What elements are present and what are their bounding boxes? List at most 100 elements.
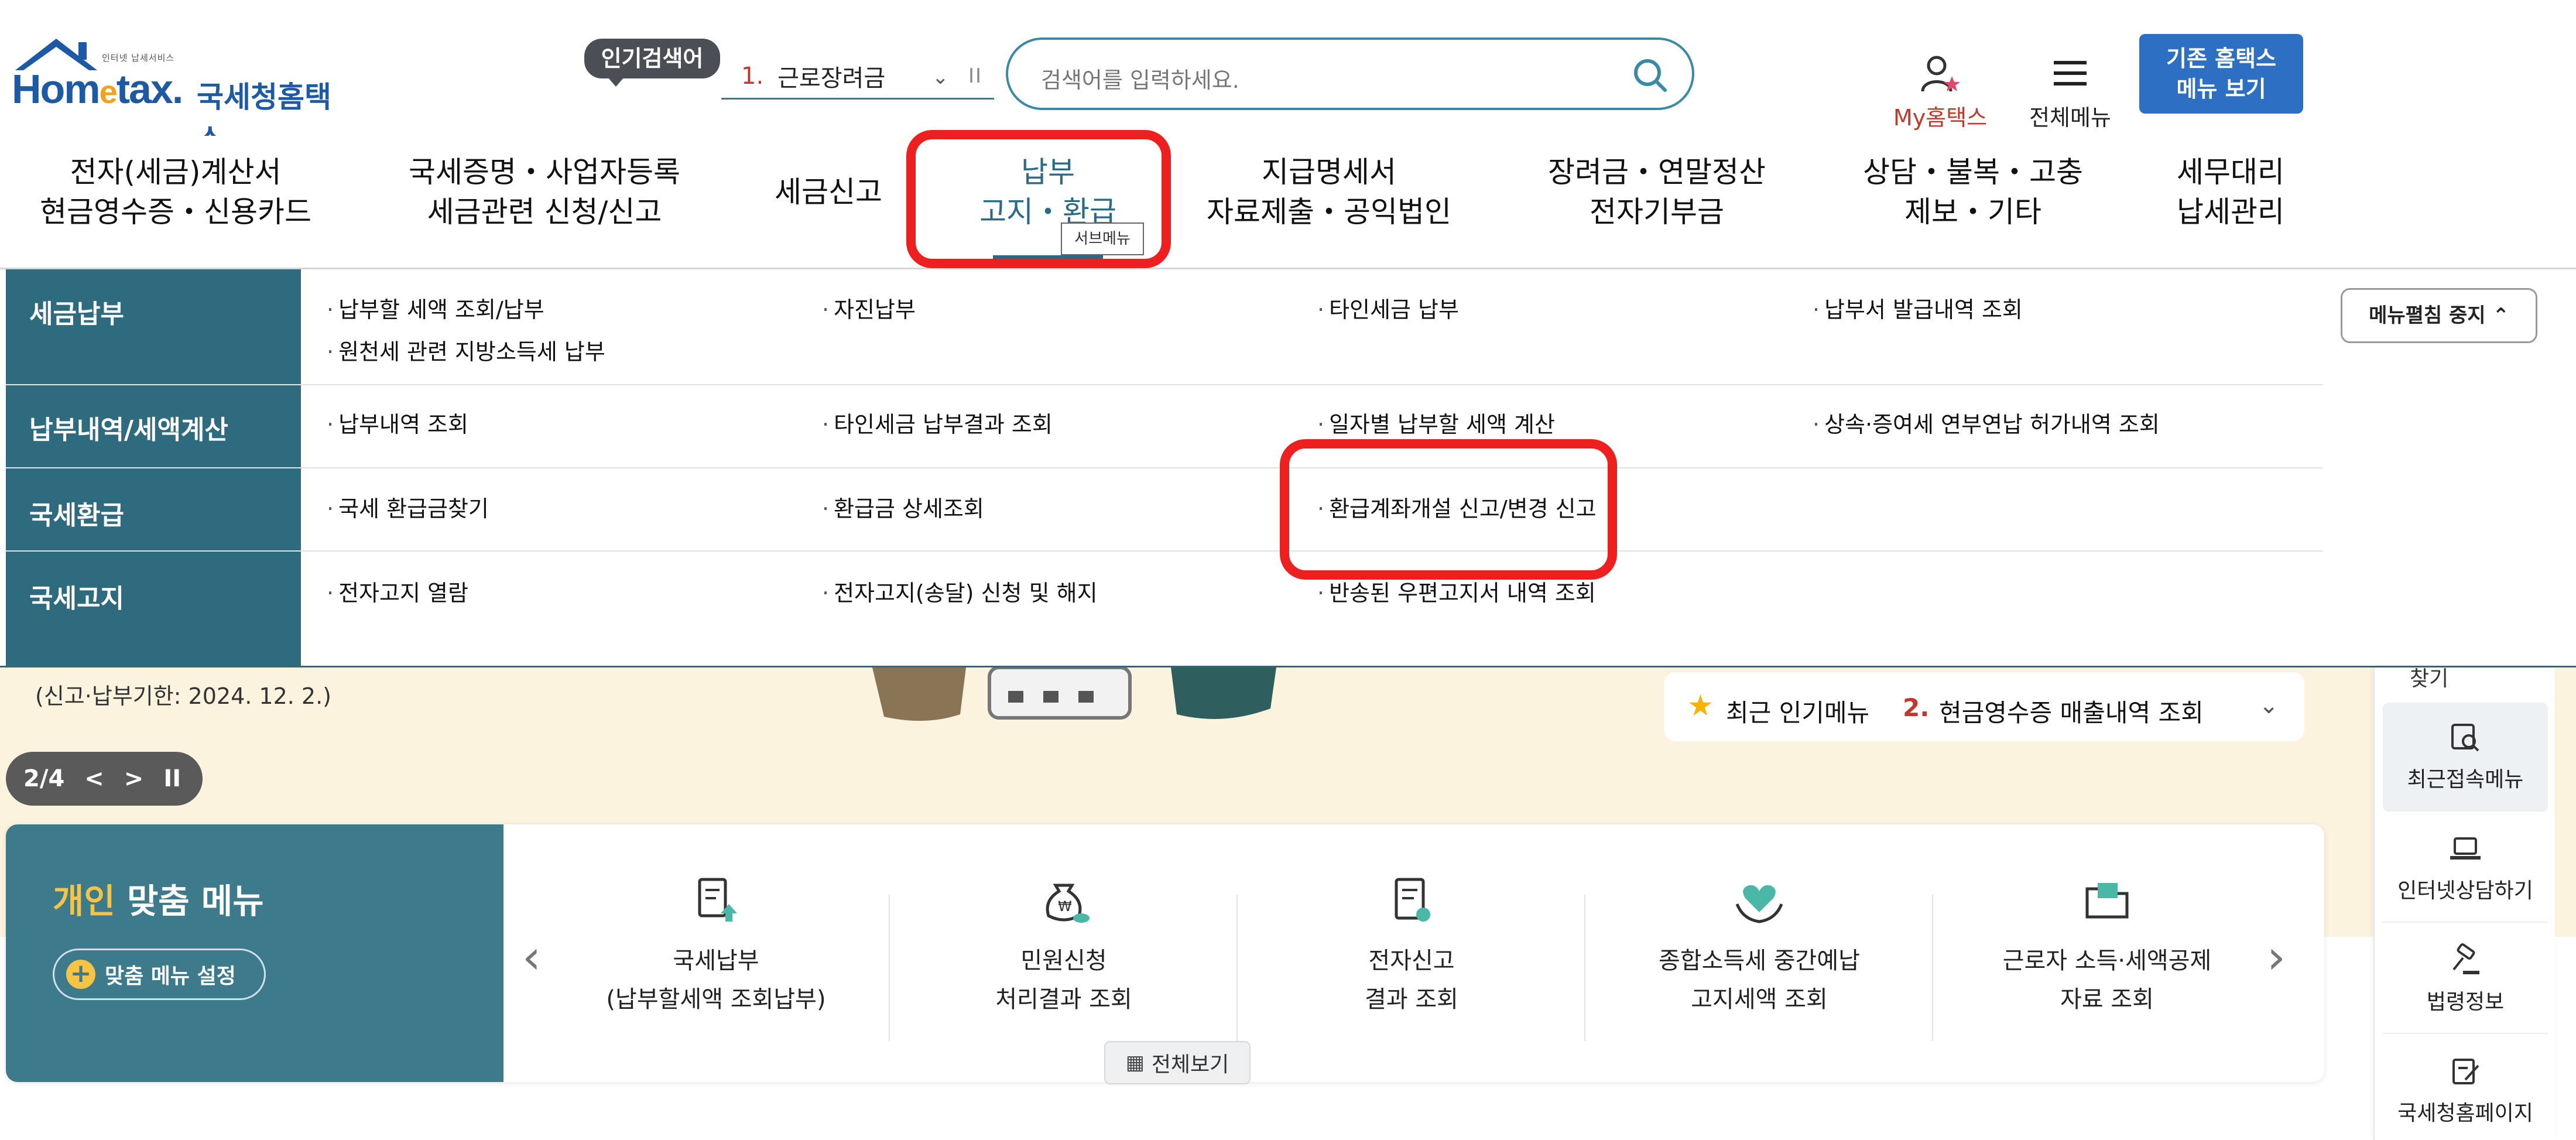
quick-menu-cut-label: 찾기	[2410, 667, 2449, 691]
nav-item-certificates[interactable]: 국세증명・사업자등록 세금관련 신청/신고	[386, 152, 703, 232]
edit-document-icon	[2452, 1059, 2479, 1084]
nav-item-line1: 납부	[1021, 155, 1075, 189]
menu-row-refund: 국세환급 국세 환급금찾기 환급금 상세조회 환급계좌개설 신고/변경 신고	[6, 468, 2323, 552]
menu-link[interactable]: 전자고지 열람	[327, 575, 468, 607]
custom-menu-item-line1: 민원신청	[1020, 947, 1107, 974]
nav-item-line2: 제보・기타	[1904, 195, 2041, 229]
menu-link[interactable]: 타인세금 납부결과 조회	[822, 406, 1053, 439]
user-icon	[1921, 56, 1960, 92]
logo-brand: Hometax.	[12, 66, 184, 112]
quick-menu-item[interactable]: 법령정보	[2383, 925, 2548, 1034]
menu-row-notice: 국세고지 전자고지 열람 전자고지(송달) 신청 및 해지 반송된 우편고지서 …	[6, 552, 2323, 667]
logo-brand-part: tax.	[116, 66, 184, 112]
menu-link[interactable]: 납부내역 조회	[327, 406, 468, 439]
banner-note: (신고·납부기한: 2024. 12. 2.)	[35, 683, 332, 709]
custom-menu-item[interactable]: 국세납부 (납부할세액 조회납부)	[542, 871, 890, 1019]
custom-menu-item-line2: 고지세액 조회	[1691, 986, 1828, 1013]
menu-link[interactable]: 자진납부	[822, 292, 916, 324]
folder-icon	[2085, 883, 2129, 919]
menu-link[interactable]: 원천세 관련 지방소득세 납부	[327, 334, 605, 366]
mytax-button[interactable]: My홈택스	[1888, 50, 1993, 132]
prev-icon[interactable]: <	[84, 765, 104, 792]
nav-item-statements[interactable]: 지급명세서 자료제출・공익법인	[1200, 152, 1458, 232]
menu-link[interactable]: 전자고지(송달) 신청 및 해지	[822, 575, 1097, 607]
menu-link[interactable]: 반송된 우편고지서 내역 조회	[1317, 575, 1596, 607]
recent-popular-item[interactable]: 현금영수증 매출내역 조회	[1939, 693, 2204, 729]
custom-menu-item[interactable]: 종합소득세 중간예납 고지세액 조회	[1585, 871, 1933, 1019]
nav-item-e-invoice[interactable]: 전자(세금)계산서 현금영수증・신용카드	[35, 152, 316, 232]
recent-popular-label: 최근 인기메뉴	[1726, 699, 1870, 727]
submenu-tooltip: 서브메뉴	[1061, 222, 1144, 255]
menu-link[interactable]: 타인세금 납부	[1317, 292, 1459, 324]
all-menu-button[interactable]: 전체메뉴	[2023, 50, 2117, 132]
menu-link[interactable]: 국세 환급금찾기	[327, 491, 489, 523]
search-placeholder: 검색어를 입력하세요.	[1041, 67, 1239, 93]
nav-item-line2: 현금영수증・신용카드	[40, 195, 311, 229]
nav-item-tax-return[interactable]: 세금신고	[761, 172, 896, 212]
recent-popular-menu[interactable]: ★ 최근 인기메뉴 2. 현금영수증 매출내역 조회 ⌄	[1664, 672, 2304, 741]
search-icon[interactable]	[1629, 54, 1671, 96]
hamburger-icon	[2054, 61, 2087, 85]
custom-menu-item[interactable]: ₩ 민원신청 처리결과 조회	[890, 871, 1238, 1019]
payment-dropdown-menu: 세금납부 납부할 세액 조회/납부 자진납부 타인세금 납부 납부서 발급내역 …	[0, 269, 2576, 667]
popular-search-select[interactable]: 1. 근로장려금 ⌄ II	[721, 54, 994, 100]
category-label: 납부내역/세액계산	[29, 415, 228, 445]
menu-row-payment-history: 납부내역/세액계산 납부내역 조회 타인세금 납부결과 조회 일자별 납부할 세…	[6, 385, 2323, 468]
quick-menu-label: 최근접속메뉴	[2407, 768, 2524, 792]
old-hometax-button[interactable]: 기존 홈택스 메뉴 보기	[2139, 34, 2303, 114]
nav-item-payment[interactable]: 납부 고지・환급	[937, 152, 1159, 261]
heart-hands-icon	[1735, 885, 1783, 923]
nav-item-incentives[interactable]: 장려금・연말정산 전자기부금	[1534, 152, 1780, 232]
gavel-icon	[2452, 943, 2479, 974]
pager-count: 2/4	[23, 765, 65, 792]
nav-item-tax-agent[interactable]: 세무대리 납세관리	[2154, 152, 2307, 232]
custom-menu-item-line1: 근로자 소득·세액공제	[2002, 947, 2212, 974]
nav-item-consulting[interactable]: 상담・불복・고충 제보・기타	[1850, 152, 2096, 232]
mytax-label: My홈택스	[1893, 105, 1988, 131]
menu-link[interactable]: 납부서 발급내역 조회	[1813, 292, 2023, 324]
custom-menu-title-highlight: 개인	[53, 881, 115, 921]
category-label: 국세고지	[29, 584, 124, 614]
menu-row-tax-payment: 세금납부 납부할 세액 조회/납부 자진납부 타인세금 납부 납부서 발급내역 …	[6, 269, 2323, 385]
custom-menu-item[interactable]: 전자신고 결과 조회	[1238, 871, 1585, 1019]
search-input[interactable]: 검색어를 입력하세요.	[1006, 37, 1694, 110]
banner-pager: 2/4 < > II	[6, 752, 203, 806]
menu-link[interactable]: 상속·증여세 연부연납 허가내역 조회	[1813, 406, 2160, 439]
menu-link[interactable]: 환급금 상세조회	[822, 491, 984, 523]
quick-menu-item[interactable]: 인터넷상담하기	[2383, 814, 2548, 923]
recent-popular-rank: 2.	[1903, 693, 1930, 722]
nav-item-line1: 국세증명・사업자등록	[409, 155, 680, 189]
logo-brand-e: e	[99, 73, 118, 110]
menu-link[interactable]: 일자별 납부할 세액 계산	[1317, 406, 1555, 439]
stop-menu-label: 메뉴펼침 중지	[2369, 304, 2486, 327]
view-all-label: 전체보기	[1151, 1053, 1229, 1077]
menu-link[interactable]: 납부할 세액 조회/납부	[327, 292, 544, 324]
header: 인터넷 납세서비스 Hometax. 국세청홈택스 인기검색어 1. 근로장려금…	[0, 0, 2576, 156]
chevron-down-icon[interactable]: ⌄	[2259, 692, 2279, 719]
nav-item-line1: 세무대리	[2177, 155, 2284, 189]
logo-brand-part: Hom	[12, 66, 101, 112]
custom-menu-item-line2: (납부할세액 조회납부)	[606, 986, 826, 1013]
quick-menu-item[interactable]: 최근접속메뉴	[2383, 703, 2548, 812]
custom-menu-settings-label: 맞춤 메뉴 설정	[105, 964, 236, 988]
pause-icon[interactable]: II	[968, 64, 982, 88]
custom-menu-item-line2: 결과 조회	[1365, 986, 1458, 1013]
quick-menu-item[interactable]: 국세청홈페이지	[2383, 1036, 2548, 1140]
popular-rank: 1.	[741, 62, 764, 90]
custom-menu-settings-button[interactable]: + 맞춤 메뉴 설정	[53, 949, 266, 1000]
refund-account-link[interactable]: 환급계좌개설 신고/변경 신고	[1317, 491, 1596, 523]
chevron-left-icon[interactable]: ‹	[522, 930, 541, 984]
custom-menu-item[interactable]: 근로자 소득·세액공제 자료 조회	[1933, 871, 2281, 1019]
chevron-down-icon[interactable]: ⌄	[932, 66, 949, 89]
next-icon[interactable]: >	[124, 765, 144, 792]
stop-menu-expand-button[interactable]: 메뉴펼침 중지 ⌃	[2341, 288, 2537, 343]
hometax-logo[interactable]: 인터넷 납세서비스 Hometax. 국세청홈택스	[8, 35, 354, 156]
laptop-icon	[2450, 837, 2481, 860]
view-all-button[interactable]: ▦ 전체보기	[1104, 1041, 1251, 1084]
quick-menu-label: 국세청홈페이지	[2397, 1101, 2533, 1125]
quick-menu-label: 법령정보	[2426, 990, 2505, 1014]
nav-item-line1: 지급명세서	[1262, 155, 1396, 189]
popular-term[interactable]: 근로장려금	[777, 59, 885, 93]
custom-menu-title: 개인 맞춤 메뉴	[53, 874, 264, 923]
pause-icon[interactable]: II	[163, 765, 181, 792]
